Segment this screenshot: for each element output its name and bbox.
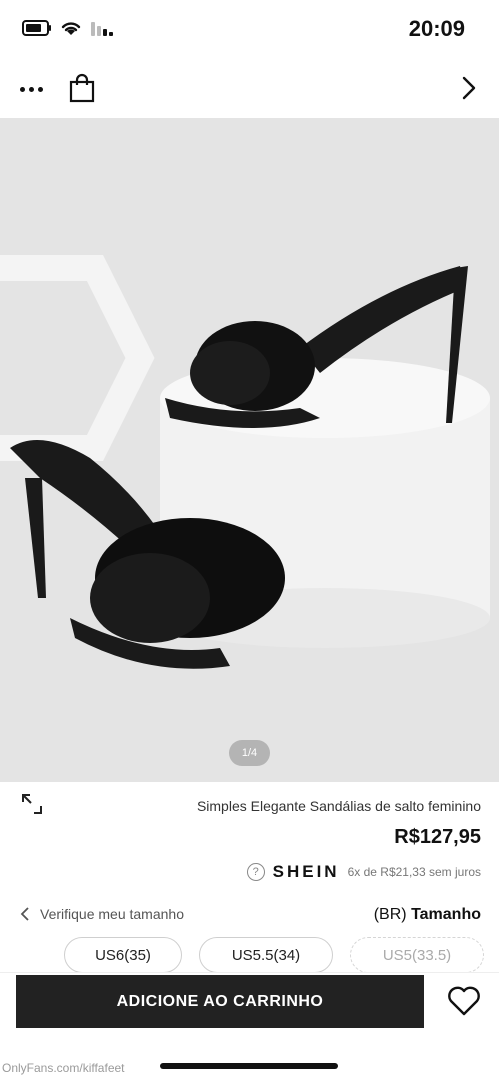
heart-icon[interactable] [447, 985, 481, 1017]
size-chip-us5-5[interactable]: US5.5(34) [199, 937, 333, 973]
expand-icon[interactable] [20, 792, 44, 816]
brand-logo: SHEIN [272, 862, 340, 881]
size-label: (BR) Tamanho [374, 906, 481, 924]
product-image[interactable] [0, 118, 499, 782]
size-label-prefix: Tamanho [411, 906, 481, 923]
size-chip-us6[interactable]: US6(35) [64, 937, 182, 973]
status-icons [22, 20, 114, 36]
size-guide-label: Verifique meu tamanho [40, 906, 184, 922]
chevron-right-icon[interactable] [455, 72, 483, 104]
size-row: Verifique meu tamanho (BR) Tamanho [0, 902, 499, 930]
image-counter: 1/4 [229, 740, 270, 766]
product-title: Simples Elegante Sandálias de salto femi… [196, 798, 481, 814]
size-guide-link[interactable]: Verifique meu tamanho [20, 906, 184, 922]
size-chip-us5[interactable]: US5(33.5) [350, 937, 484, 973]
nav-bar [0, 60, 499, 118]
wifi-icon [61, 22, 81, 35]
battery-icon [22, 20, 51, 36]
signal-icon [91, 22, 113, 36]
bottom-action-bar: ADICIONE AO CARRINHO OnlyFans.com/kiffaf… [0, 972, 499, 1080]
chevron-left-icon [20, 907, 29, 921]
product-info: Simples Elegante Sandálias de salto femi… [0, 782, 499, 973]
product-photo [0, 255, 490, 669]
status-bar: 20:09 [0, 0, 499, 60]
installment-row: ? SHEIN 6x de R$21,33 sem juros [246, 862, 481, 882]
status-time: 20:09 [408, 16, 465, 41]
add-to-cart-button[interactable]: ADICIONE AO CARRINHO [16, 975, 424, 1028]
home-indicator [160, 1063, 338, 1069]
size-options: US6(35) US5.5(34) US5(33.5) [0, 937, 499, 977]
watermark: OnlyFans.com/kiffafeet [2, 1061, 125, 1075]
installment-text: 6x de R$21,33 sem juros [347, 865, 481, 879]
shopping-bag-icon[interactable] [66, 72, 98, 104]
product-price: R$127,95 [394, 826, 481, 848]
help-icon[interactable]: ? [246, 863, 265, 881]
more-dots-icon[interactable] [14, 74, 48, 104]
size-region: (BR) [373, 906, 407, 923]
